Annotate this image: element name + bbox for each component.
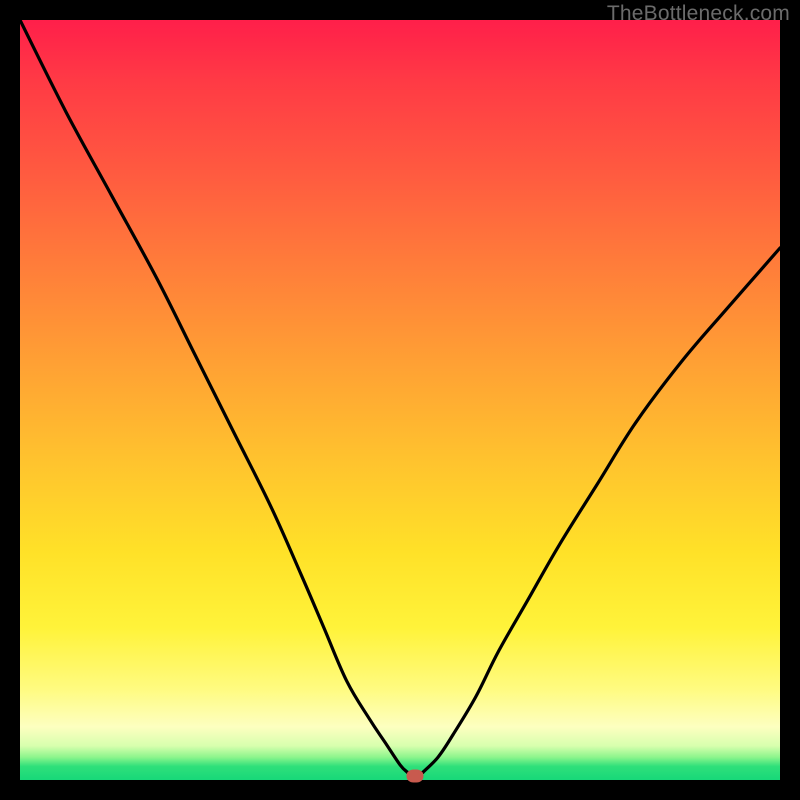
plot-area <box>20 20 780 780</box>
minimum-marker <box>407 770 424 783</box>
curve-right-branch <box>423 248 780 772</box>
chart-frame: TheBottleneck.com <box>0 0 800 800</box>
curve-left-branch <box>20 20 408 772</box>
bottleneck-curve <box>20 20 780 780</box>
